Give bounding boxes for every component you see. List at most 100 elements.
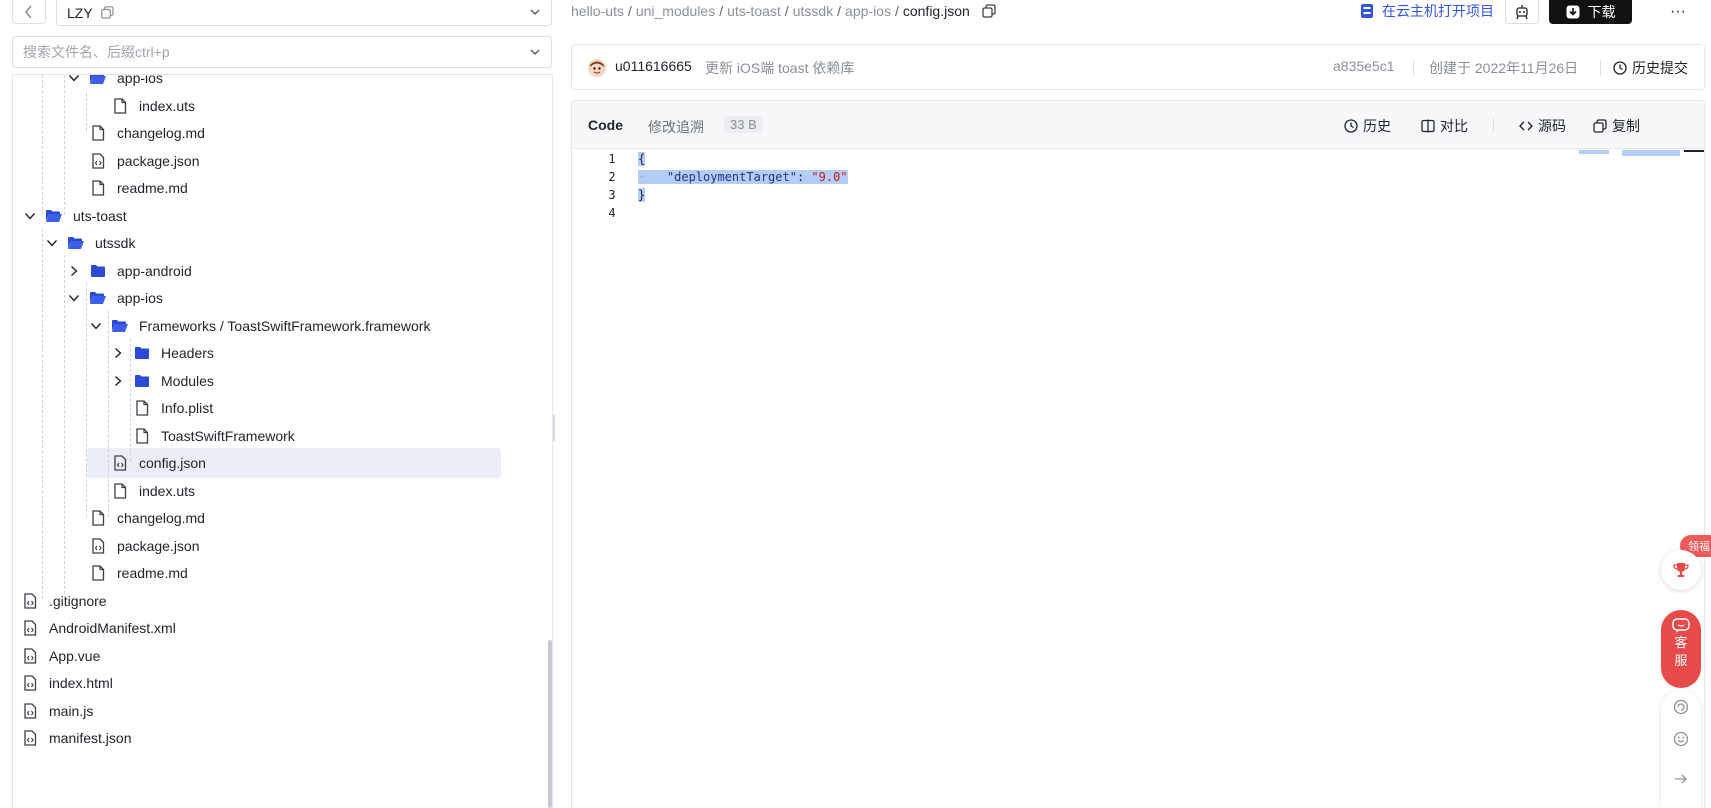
code-line[interactable]: 1 { — [572, 150, 1704, 168]
code-line[interactable]: 2 · "deploymentTarget": "9.0" — [572, 168, 1704, 186]
divider — [1600, 60, 1601, 76]
code-file-icon — [21, 592, 39, 610]
code-file-icon — [111, 454, 129, 472]
customer-service-button[interactable]: 客 服 — [1661, 610, 1701, 688]
breadcrumb-item[interactable]: hello-uts — [571, 3, 624, 19]
commit-author[interactable]: u011616665 — [615, 58, 692, 74]
indent-guide — [42, 75, 43, 215]
arrow-right-icon — [1675, 774, 1687, 784]
tree-item-label: index.html — [49, 675, 113, 691]
tree-file-row[interactable]: manifest.json — [13, 723, 548, 753]
chat-icon — [1672, 618, 1690, 633]
copy-button[interactable]: 复制 — [1593, 116, 1640, 136]
indent-guide — [86, 93, 87, 131]
breadcrumb-item[interactable]: app-ios — [845, 3, 891, 19]
copy-path-icon[interactable] — [982, 4, 996, 18]
tree-file-row[interactable]: package.json — [13, 531, 548, 561]
chevron-down-icon[interactable] — [21, 207, 39, 225]
tree-file-row[interactable]: readme.md — [13, 558, 548, 588]
open-cloud-label: 在云主机打开项目 — [1382, 3, 1494, 19]
tree-file-row[interactable]: config.json — [87, 448, 501, 478]
chevron-down-icon[interactable] — [87, 317, 105, 335]
chevron-left-icon — [24, 4, 32, 19]
tree-file-row[interactable]: main.js — [13, 696, 548, 726]
tree-folder-row[interactable]: uts-toast — [13, 201, 548, 231]
file-icon — [111, 482, 129, 500]
file-search-input[interactable]: 搜索文件名、后缀ctrl+p — [12, 36, 552, 68]
breadcrumb-item[interactable]: uni_modules — [636, 3, 715, 19]
line-number: 2 — [608, 170, 616, 184]
tree-folder-row[interactable]: app-ios — [13, 283, 548, 313]
chevron-right-icon[interactable] — [65, 262, 83, 280]
trophy-button[interactable] — [1661, 550, 1701, 590]
chevron-down-icon[interactable] — [65, 75, 83, 87]
tree-file-row[interactable]: readme.md — [13, 173, 548, 203]
tree-folder-row[interactable]: Modules — [13, 366, 548, 396]
tree-folder-row[interactable]: utssdk — [13, 228, 548, 258]
commit-history-button[interactable]: 历史提交 — [1613, 58, 1688, 78]
tree-folder-row[interactable]: app-android — [13, 256, 548, 286]
breadcrumb: hello-uts / uni_modules / uts-toast / utssd… — [571, 0, 996, 22]
breadcrumb-item[interactable]: utssdk — [793, 3, 833, 19]
open-in-cloud-link[interactable]: 在云主机打开项目 — [1360, 0, 1494, 22]
tree-file-row[interactable]: changelog.md — [13, 503, 548, 533]
folder-icon — [133, 372, 151, 390]
tree-item-label: ToastSwiftFramework — [161, 427, 295, 444]
refresh-button[interactable] — [1672, 698, 1690, 716]
folder-icon — [89, 262, 107, 280]
file-icon — [89, 124, 107, 142]
tree-item-label: app-ios — [117, 290, 163, 306]
service-label: 服 — [1674, 653, 1688, 668]
code-line[interactable]: 3 } — [572, 186, 1704, 204]
compare-button[interactable]: 对比 — [1421, 116, 1468, 136]
chevron-right-icon[interactable] — [109, 372, 127, 390]
tree-scrollbar[interactable] — [548, 640, 552, 808]
repo-select[interactable]: LZY — [56, 0, 552, 26]
more-button[interactable]: ··· — [1656, 0, 1700, 24]
tree-item-label: app-ios — [117, 74, 163, 86]
tree-file-row[interactable]: App.vue — [13, 641, 548, 671]
breadcrumb-item[interactable]: uts-toast — [727, 3, 781, 19]
commit-hash[interactable]: a835e5c1 — [1333, 58, 1395, 74]
commit-message[interactable]: 更新 iOS端 toast 依赖库 — [705, 58, 854, 78]
source-button[interactable]: 源码 — [1519, 116, 1566, 136]
tree-file-row[interactable]: Info.plist — [13, 393, 548, 423]
code-file-icon — [21, 619, 39, 637]
tree-folder-row[interactable]: Headers — [13, 338, 548, 368]
tree-file-row[interactable]: ToastSwiftFramework — [13, 421, 548, 451]
tree-item-label: main.js — [49, 702, 94, 719]
back-button[interactable] — [12, 0, 46, 24]
tree-item-label: Frameworks / ToastSwiftFramework.framewo… — [139, 317, 431, 334]
chevron-right-icon[interactable] — [109, 344, 127, 362]
tab-blame[interactable]: 修改追溯 — [648, 117, 704, 137]
tree-item-label: config.json — [139, 455, 206, 471]
panel-resize-handle[interactable] — [553, 415, 555, 441]
tree-item-label: utssdk — [95, 235, 136, 251]
divider — [1413, 60, 1414, 76]
tree-file-row[interactable]: index.uts — [13, 91, 548, 121]
tree-file-row[interactable]: changelog.md — [13, 118, 548, 148]
collapse-button[interactable] — [1672, 770, 1690, 788]
indent-guide — [130, 339, 131, 461]
tree-folder-row[interactable]: Frameworks / ToastSwiftFramework.framewo… — [13, 311, 548, 341]
history-button[interactable]: 历史 — [1344, 116, 1391, 136]
feedback-button[interactable] — [1672, 730, 1690, 748]
tree-file-row[interactable]: AndroidManifest.xml — [13, 613, 548, 643]
tree-file-row[interactable]: package.json — [13, 146, 548, 176]
refresh-icon — [1673, 699, 1689, 715]
tree-file-row[interactable]: index.uts — [13, 476, 548, 506]
copy-icon[interactable] — [100, 6, 114, 19]
chevron-down-icon[interactable] — [65, 289, 83, 307]
chevron-down-icon[interactable] — [43, 234, 61, 252]
tree-file-row[interactable]: .gitignore — [13, 586, 548, 616]
download-button[interactable]: 下载 — [1549, 0, 1632, 24]
tree-file-row[interactable]: index.html — [13, 668, 548, 698]
robot-button[interactable] — [1505, 0, 1539, 24]
compare-label: 对比 — [1440, 118, 1468, 134]
tab-code[interactable]: Code — [588, 117, 623, 133]
clock-icon — [1613, 61, 1627, 75]
code-file-icon — [21, 702, 39, 720]
avatar[interactable] — [588, 59, 606, 77]
code-line[interactable]: 4 — [572, 204, 1704, 222]
search-placeholder: 搜索文件名、后缀ctrl+p — [23, 44, 170, 60]
